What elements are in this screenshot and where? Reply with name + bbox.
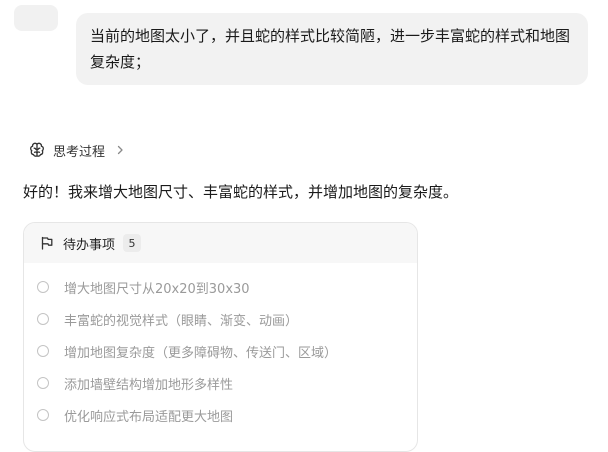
flag-icon (40, 236, 54, 250)
todo-item: 丰富蛇的视觉样式（眼睛、渐变、动画） (24, 303, 417, 335)
assistant-reply: 好的！我来增大地图尺寸、丰富蛇的样式，并增加地图的复杂度。 (23, 180, 458, 204)
user-message-bubble: 当前的地图太小了，并且蛇的样式比较简陋，进一步丰富蛇的样式和地图复杂度； (76, 13, 588, 85)
todo-item: 增加地图复杂度（更多障碍物、传送门、区域） (24, 335, 417, 367)
assistant-reply-text: 好的！我来增大地图尺寸、丰富蛇的样式，并增加地图的复杂度。 (23, 183, 459, 201)
user-message-text: 当前的地图太小了，并且蛇的样式比较简陋，进一步丰富蛇的样式和地图复杂度； (90, 27, 571, 71)
brain-icon (28, 141, 46, 159)
circle-icon (37, 281, 49, 293)
todo-header: 待办事项 5 (24, 223, 417, 263)
todo-item: 增大地图尺寸从20x20到30x30 (24, 271, 417, 303)
thinking-process-label: 思考过程 (53, 144, 106, 160)
todo-card: 待办事项 5 增大地图尺寸从20x20到30x30 丰富蛇的视觉样式（眼睛、渐变… (23, 222, 418, 452)
thinking-process-toggle[interactable]: 思考过程 (28, 139, 125, 161)
circle-icon (37, 313, 49, 325)
user-avatar (14, 5, 58, 31)
chevron-right-icon (115, 145, 125, 155)
todo-item-label: 优化响应式布局适配更大地图 (64, 409, 234, 425)
todo-list: 增大地图尺寸从20x20到30x30 丰富蛇的视觉样式（眼睛、渐变、动画） 增加… (24, 263, 417, 431)
todo-item-label: 添加墙壁结构增加地形多样性 (64, 377, 234, 393)
todo-item-label: 增大地图尺寸从20x20到30x30 (64, 281, 250, 297)
todo-item: 优化响应式布局适配更大地图 (24, 399, 417, 431)
circle-icon (37, 409, 49, 421)
todo-item: 添加墙壁结构增加地形多样性 (24, 367, 417, 399)
todo-item-label: 增加地图复杂度（更多障碍物、传送门、区域） (64, 345, 338, 361)
todo-count-badge: 5 (123, 234, 142, 252)
todo-item-label: 丰富蛇的视觉样式（眼睛、渐变、动画） (64, 313, 299, 329)
todo-title: 待办事项 (63, 237, 116, 253)
circle-icon (37, 345, 49, 357)
circle-icon (37, 377, 49, 389)
